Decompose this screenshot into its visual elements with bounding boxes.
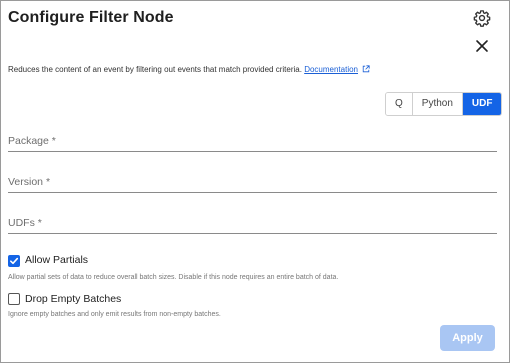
allow-partials-hint: Allow partial sets of data to reduce ove…	[8, 274, 339, 281]
toggle-option-python[interactable]: Python	[412, 93, 463, 115]
close-icon[interactable]	[475, 39, 489, 53]
dialog-description: Reduces the content of an event by filte…	[8, 65, 370, 74]
allow-partials-label[interactable]: Allow Partials	[25, 254, 88, 266]
gear-icon[interactable]	[473, 9, 491, 27]
apply-button[interactable]: Apply	[440, 325, 495, 351]
version-input[interactable]	[8, 173, 497, 192]
drop-empty-batches-checkbox[interactable]	[8, 293, 20, 305]
version-field: Version *	[8, 173, 497, 193]
toggle-option-udf[interactable]: UDF	[462, 93, 502, 115]
language-toggle: Q Python UDF	[385, 92, 503, 116]
documentation-link[interactable]: Documentation	[304, 65, 358, 74]
allow-partials-checkbox[interactable]	[8, 255, 20, 267]
dialog-title: Configure Filter Node	[8, 9, 174, 26]
toggle-option-q[interactable]: Q	[386, 93, 413, 115]
checkmark-icon	[10, 257, 19, 265]
external-link-icon[interactable]	[362, 65, 370, 73]
package-input[interactable]	[8, 132, 497, 151]
package-field: Package *	[8, 132, 497, 152]
udfs-input[interactable]	[8, 214, 497, 233]
drop-empty-batches-label[interactable]: Drop Empty Batches	[25, 293, 121, 305]
filter-node-dialog: Configure Filter Node Reduces the conten…	[0, 0, 510, 363]
udfs-field: UDFs *	[8, 214, 497, 234]
drop-empty-batches-hint: Ignore empty batches and only emit resul…	[8, 311, 221, 318]
description-text: Reduces the content of an event by filte…	[8, 65, 302, 74]
